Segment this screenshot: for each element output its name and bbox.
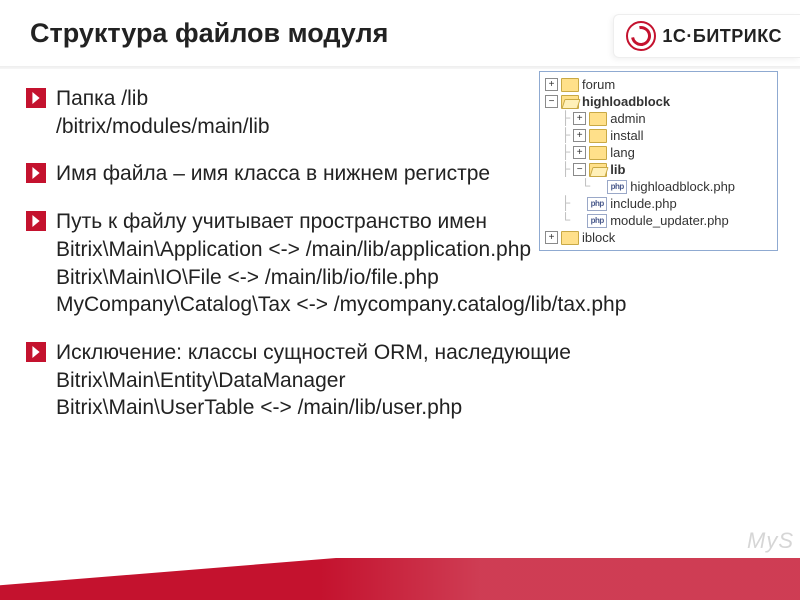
folder-icon — [561, 78, 579, 92]
tree-node-highloadblock: −highloadblock — [540, 93, 775, 110]
expand-icon: + — [545, 231, 558, 244]
folder-open-icon — [561, 95, 579, 109]
bullet-4: Исключение: классы сущностей ORM, наслед… — [26, 339, 746, 422]
folder-icon — [589, 112, 607, 126]
folder-icon — [589, 146, 607, 160]
folder-open-icon — [589, 163, 607, 177]
tree-node-install: ├+install — [540, 127, 775, 144]
footer — [0, 550, 800, 600]
expand-icon: + — [573, 112, 586, 125]
bullet-1-text: Папка /lib /bitrix/modules/main/lib — [56, 85, 270, 140]
bullet-2: Имя файла – имя класса в нижнем регистре — [26, 160, 536, 188]
bitrix-logo-icon — [626, 21, 656, 51]
brand-logo: 1С·БИТРИКС — [613, 14, 800, 58]
header: Структура файлов модуля 1С·БИТРИКС — [0, 0, 800, 58]
bullet-2-text: Имя файла – имя класса в нижнем регистре — [56, 160, 490, 188]
brand-name: 1С·БИТРИКС — [662, 26, 782, 47]
arrow-icon — [26, 342, 46, 362]
expand-icon: + — [573, 146, 586, 159]
slide-body: Папка /lib /bitrix/modules/main/lib Имя … — [0, 69, 800, 422]
collapse-icon: − — [545, 95, 558, 108]
tree-node-iblock: +iblock — [540, 229, 775, 246]
php-file-icon: php — [607, 180, 627, 194]
slide: Структура файлов модуля 1С·БИТРИКС Папка… — [0, 0, 800, 600]
tree-node-admin: ├+admin — [540, 110, 775, 127]
tree-node-forum: +forum — [540, 76, 775, 93]
tree-node-lang: ├+lang — [540, 144, 775, 161]
collapse-icon: − — [573, 163, 586, 176]
php-file-icon: php — [587, 197, 607, 211]
arrow-icon — [26, 88, 46, 108]
tree-node-include-php: ├phpinclude.php — [540, 195, 775, 212]
slide-title: Структура файлов модуля — [30, 18, 388, 49]
bullet-1: Папка /lib /bitrix/modules/main/lib — [26, 85, 536, 140]
php-file-icon: php — [587, 214, 607, 228]
expand-icon: + — [545, 78, 558, 91]
arrow-icon — [26, 211, 46, 231]
arrow-icon — [26, 163, 46, 183]
tree-node-module-updater-php: └phpmodule_updater.php — [540, 212, 775, 229]
folder-icon — [589, 129, 607, 143]
bullet-4-text: Исключение: классы сущностей ORM, наслед… — [56, 339, 571, 422]
folder-icon — [561, 231, 579, 245]
tree-node-highloadblock-php: └phphighloadblock.php — [540, 178, 775, 195]
expand-icon: + — [573, 129, 586, 142]
tree-node-lib: ├−lib — [540, 161, 775, 178]
file-tree: +forum −highloadblock ├+admin ├+install … — [539, 71, 778, 251]
